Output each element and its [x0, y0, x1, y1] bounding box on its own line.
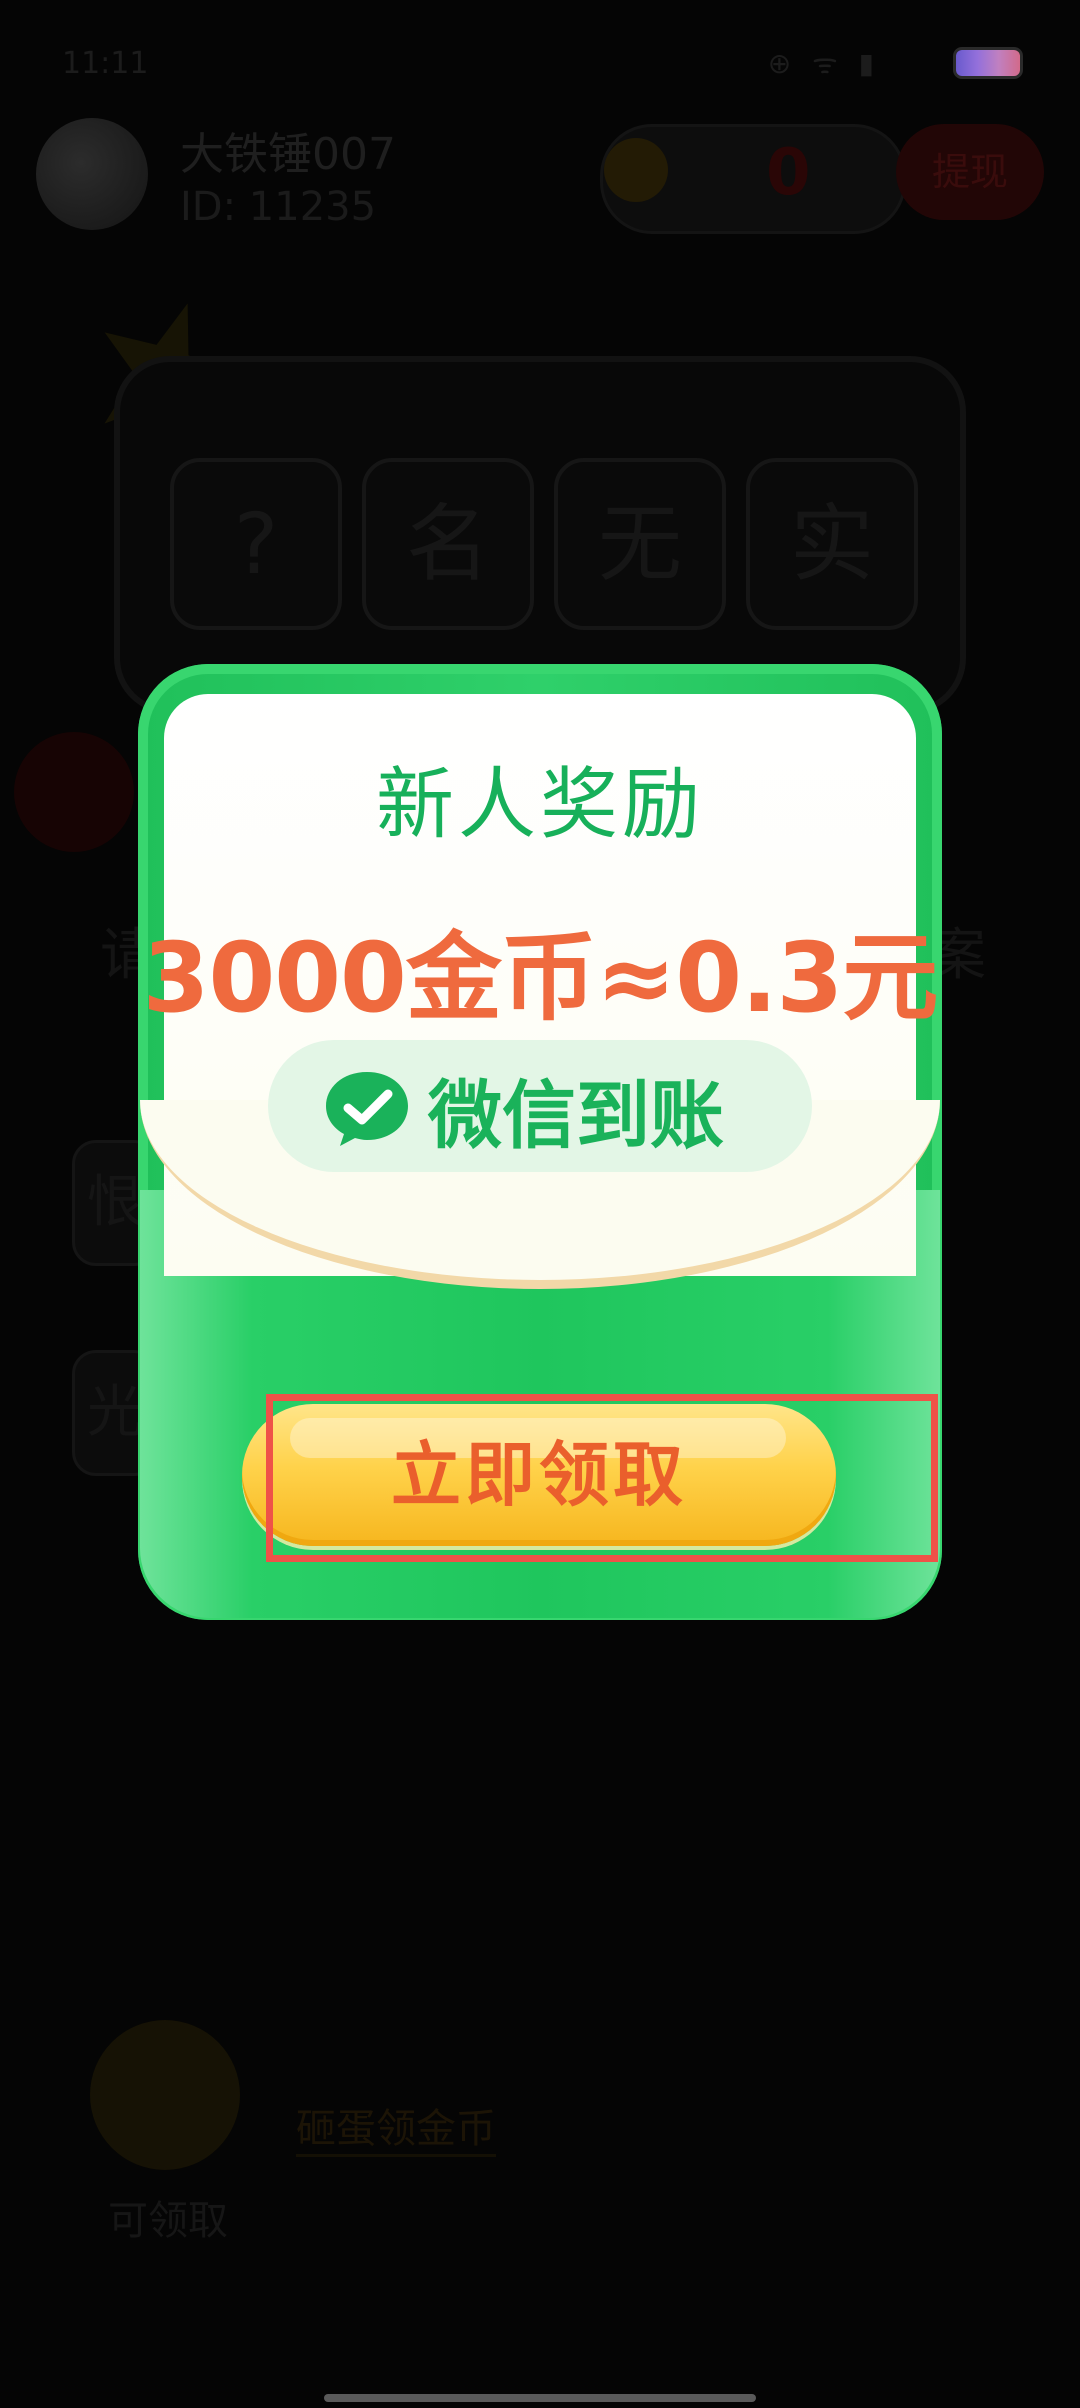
withdraw-button[interactable]: 提现 — [896, 124, 1044, 220]
smash-egg-link[interactable]: 砸蛋领金币 — [296, 2096, 496, 2157]
popup-title: 新人奖励 — [375, 760, 704, 850]
idiom-char-tile: 名 — [362, 458, 534, 630]
home-indicator[interactable] — [324, 2394, 756, 2402]
status-icons: ⊕ ᯤ ▮ — [767, 47, 880, 80]
avatar[interactable] — [36, 118, 148, 230]
user-id: ID: 11235 — [180, 184, 377, 230]
coin-icon — [604, 138, 668, 202]
reward-amount: 3000金币≈0.3元 — [142, 922, 939, 1034]
wechat-icon — [326, 1072, 408, 1146]
idiom-char-tile: 无 — [554, 458, 726, 630]
coin-value: 0 — [766, 136, 811, 210]
red-envelope-icon[interactable] — [14, 732, 134, 852]
idiom-char-tile: ? — [170, 458, 342, 630]
battery-icon — [956, 50, 1020, 76]
idiom-char-tile: 实 — [746, 458, 918, 630]
username: 大铁锤007 — [180, 129, 396, 180]
claimable-label: 可领取 — [108, 2198, 228, 2244]
wechat-payout-label: 微信到账 — [428, 1073, 724, 1159]
golden-egg-icon[interactable] — [90, 2020, 240, 2170]
target-highlight-box — [266, 1394, 938, 1562]
status-time: 11:11 — [62, 46, 149, 81]
